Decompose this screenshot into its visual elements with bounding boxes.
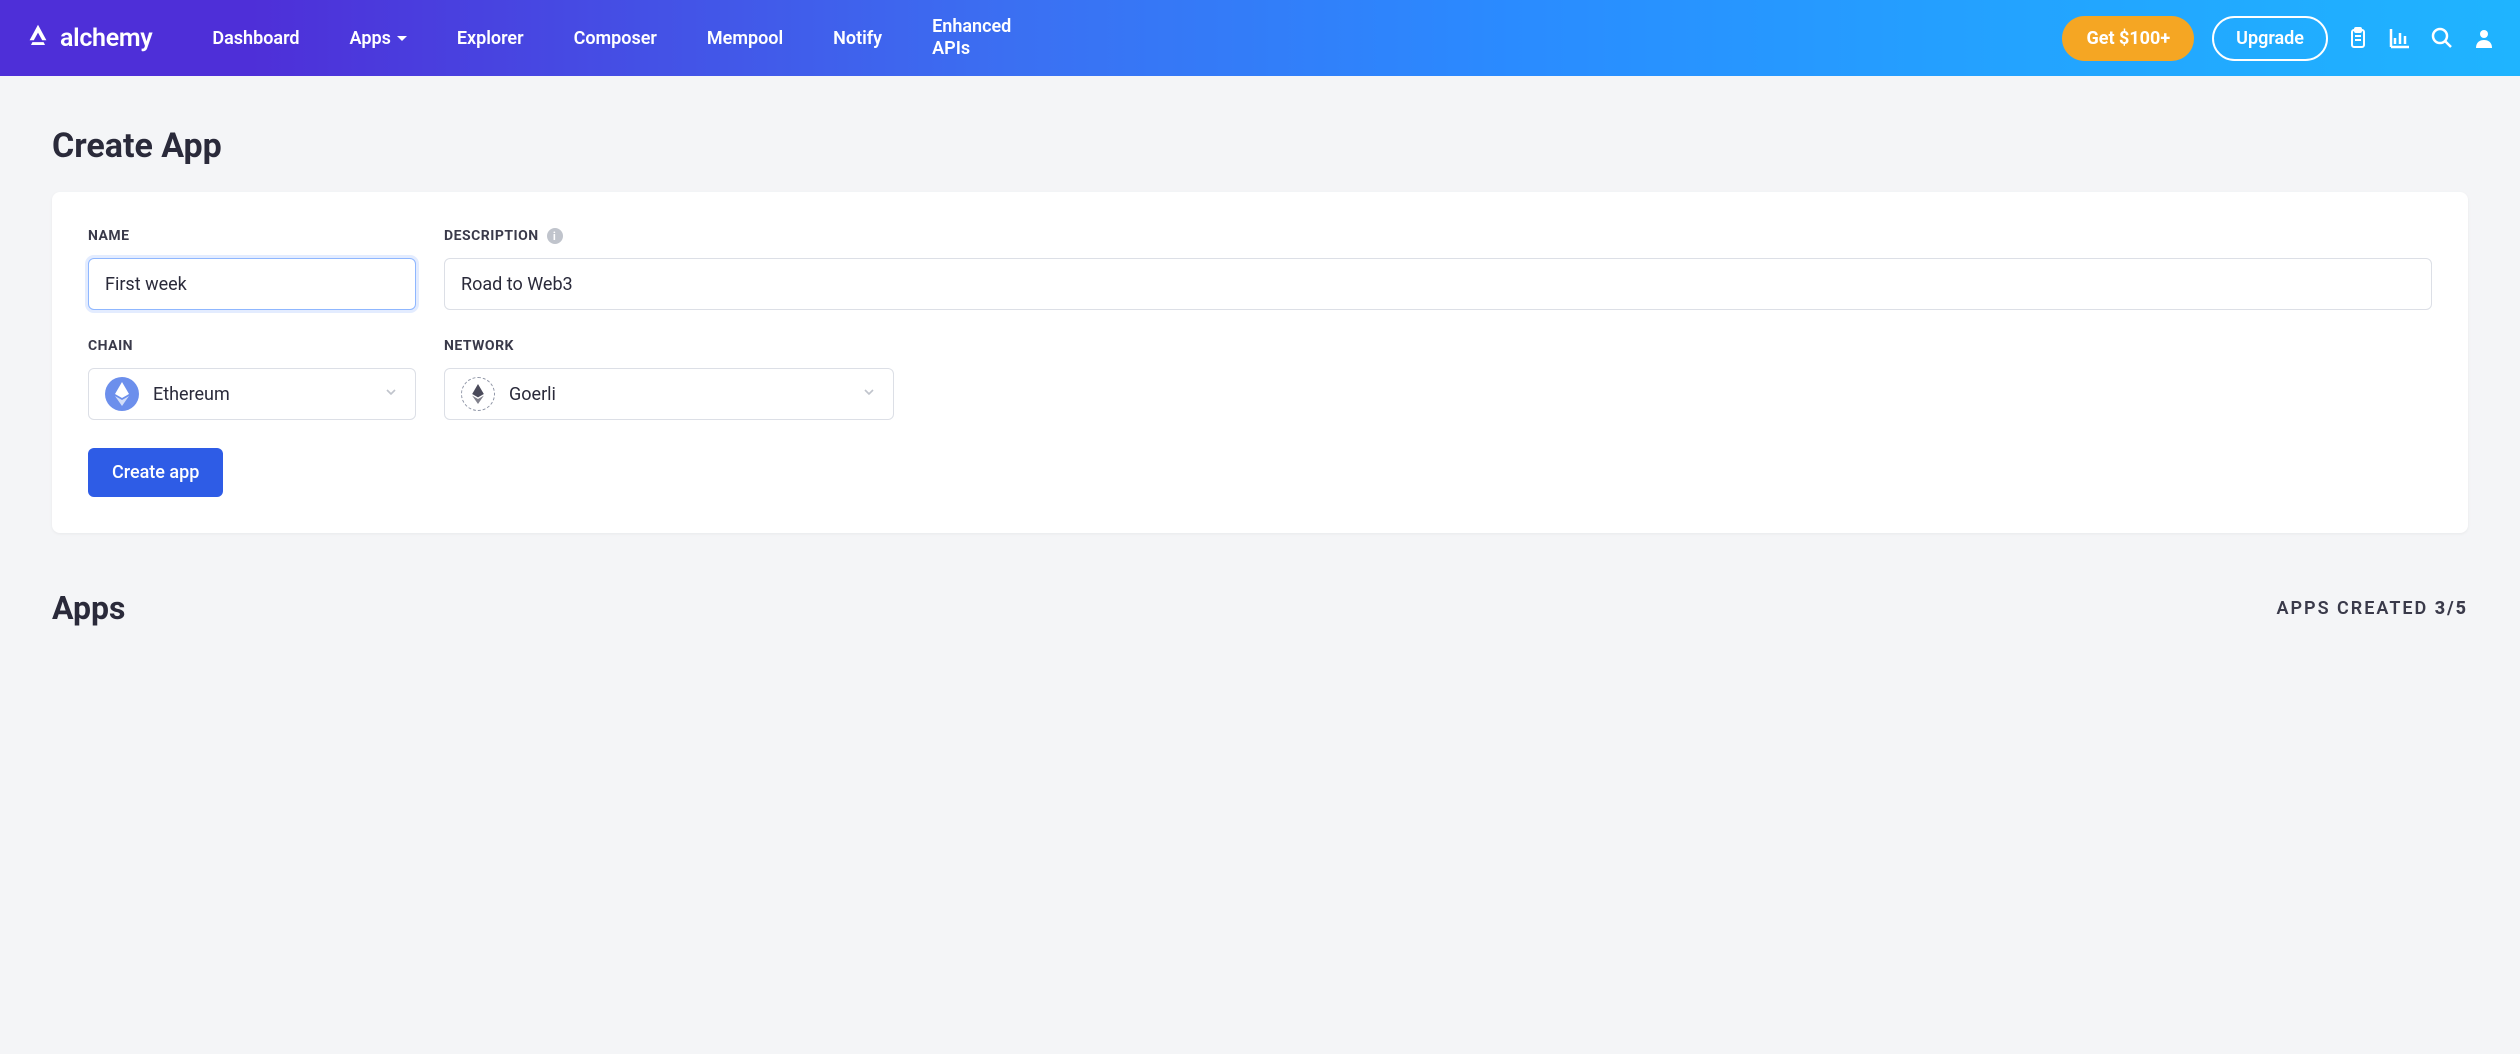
name-label: NAME — [88, 228, 416, 244]
nav-dashboard[interactable]: Dashboard — [212, 28, 299, 49]
chain-value: Ethereum — [153, 384, 230, 405]
brand-logo[interactable]: alchemy — [24, 22, 152, 54]
nav-apps[interactable]: Apps — [350, 28, 407, 49]
apps-section-header: Apps APPS CREATED 3/5 — [52, 589, 2468, 627]
network-field-group: NETWORK Goerli — [444, 338, 894, 420]
create-app-button[interactable]: Create app — [88, 448, 223, 497]
nav-links: Dashboard Apps Explorer Composer Mempool… — [212, 16, 2062, 59]
name-input[interactable] — [88, 258, 416, 310]
nav-mempool[interactable]: Mempool — [707, 28, 783, 49]
goerli-icon — [461, 377, 495, 411]
apps-title: Apps — [52, 589, 125, 627]
chart-icon[interactable] — [2388, 26, 2412, 50]
nav-explorer[interactable]: Explorer — [457, 28, 524, 49]
page-content: Create App NAME DESCRIPTION i CHAIN — [0, 76, 2520, 677]
brand-name: alchemy — [60, 24, 152, 53]
page-title: Create App — [52, 126, 2468, 166]
search-icon[interactable] — [2430, 26, 2454, 50]
description-field-group: DESCRIPTION i — [444, 228, 2432, 310]
apps-created-counter: APPS CREATED 3/5 — [2276, 598, 2468, 619]
nav-right: Get $100+ Upgrade — [2062, 16, 2496, 61]
caret-down-icon — [397, 36, 407, 41]
nav-notify[interactable]: Notify — [833, 28, 882, 49]
network-label: NETWORK — [444, 338, 894, 354]
chevron-down-icon — [383, 384, 399, 404]
chevron-down-icon — [861, 384, 877, 404]
nav-enhanced-apis[interactable]: Enhanced APIs — [932, 16, 1011, 59]
clipboard-icon[interactable] — [2346, 26, 2370, 50]
get-credit-button[interactable]: Get $100+ — [2062, 16, 2194, 61]
user-icon[interactable] — [2472, 26, 2496, 50]
description-label: DESCRIPTION i — [444, 228, 2432, 244]
create-app-card: NAME DESCRIPTION i CHAIN — [52, 192, 2468, 533]
description-input[interactable] — [444, 258, 2432, 310]
name-field-group: NAME — [88, 228, 416, 310]
top-navbar: alchemy Dashboard Apps Explorer Composer… — [0, 0, 2520, 76]
network-value: Goerli — [509, 384, 556, 405]
upgrade-button[interactable]: Upgrade — [2212, 16, 2328, 61]
network-select[interactable]: Goerli — [444, 368, 894, 420]
logo-icon — [24, 22, 52, 54]
nav-composer[interactable]: Composer — [574, 28, 657, 49]
ethereum-icon — [105, 377, 139, 411]
chain-label: CHAIN — [88, 338, 416, 354]
info-icon[interactable]: i — [547, 228, 563, 244]
chain-select[interactable]: Ethereum — [88, 368, 416, 420]
chain-field-group: CHAIN Ethereum — [88, 338, 416, 420]
